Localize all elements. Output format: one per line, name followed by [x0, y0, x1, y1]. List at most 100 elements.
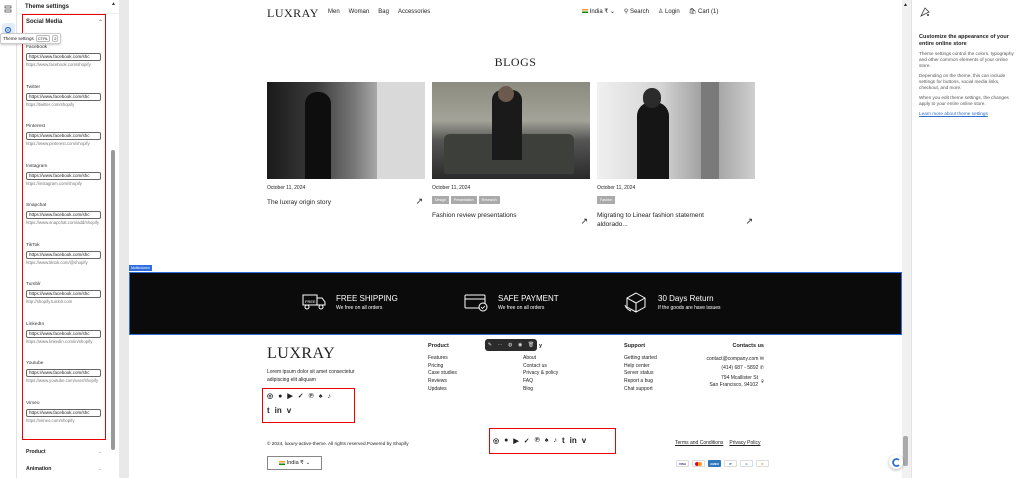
footer-copyright: © 2024, luxury-active-theme. All rights … — [267, 441, 409, 446]
footer-link[interactable]: Pricing — [428, 363, 457, 371]
blog-post-card[interactable]: October 11, 2024 The luxray origin story… — [267, 82, 425, 207]
store-logo[interactable]: LUXRAY — [267, 6, 319, 21]
instagram-url-input[interactable]: https://www.facebook.com/shc — [26, 171, 101, 180]
sections-icon[interactable] — [2, 2, 15, 15]
post-title[interactable]: The luxray origin story — [267, 198, 397, 207]
post-title[interactable]: Fashion review presentations — [432, 211, 562, 220]
india-flag-icon — [278, 461, 285, 465]
tag-research[interactable]: Research — [478, 196, 500, 204]
blog-post-image[interactable] — [267, 82, 425, 179]
tiktok-url-input[interactable]: https://www.facebook.com/shc — [26, 250, 101, 259]
feature-title: 30 Days Return — [658, 293, 714, 303]
assistant-fab[interactable] — [889, 455, 903, 469]
snapchat-icon[interactable]: ♠ — [545, 437, 549, 444]
footer-country-selector[interactable]: India ₹ ⌄ — [267, 456, 322, 470]
footer-link[interactable]: Chat support — [624, 386, 657, 394]
twitter-icon[interactable]: ✓ — [298, 392, 304, 400]
facebook-url-input[interactable]: https://www.facebook.com/shc — [26, 53, 101, 61]
footer-link[interactable]: Help center — [624, 363, 657, 371]
tag-presentation[interactable]: Presentation — [450, 196, 477, 204]
delete-icon[interactable]: 🗑 — [528, 342, 534, 348]
field-label: Vimeo — [26, 400, 40, 406]
facebook-icon[interactable]: ● — [278, 393, 282, 400]
twitter-icon[interactable]: ✓ — [524, 437, 530, 445]
blog-post-card[interactable]: October 11, 2024 Fashion Migrating to Li… — [597, 82, 755, 229]
linkedin-icon[interactable]: in — [570, 436, 577, 445]
pinterest-url-input[interactable]: https://www.facebook.com/shc — [26, 132, 101, 140]
arrow-up-right-icon[interactable]: ↗ — [415, 196, 423, 207]
tumblr-icon[interactable]: t — [267, 406, 270, 415]
instagram-icon[interactable]: ◎ — [267, 392, 273, 400]
nav-link-men[interactable]: Men — [328, 9, 340, 15]
search-link[interactable]: ⚲ Search — [624, 8, 649, 15]
tumblr-url-input[interactable]: https://www.facebook.com/shc — [26, 290, 101, 298]
edit-icon[interactable]: ✎ — [488, 342, 492, 348]
snapchat-icon[interactable]: ♠ — [319, 393, 323, 400]
twitter-url-input[interactable]: https://www.facebook.com/shc — [26, 92, 101, 101]
arrow-up-right-icon[interactable]: ↗ — [745, 216, 753, 227]
pinterest-icon[interactable]: ℗ — [535, 437, 540, 444]
multicolumn-section-badge[interactable]: Multicolumn — [129, 265, 152, 271]
blog-post-image[interactable] — [597, 82, 755, 179]
footer-link[interactable]: Blog — [523, 386, 558, 394]
pinterest-icon[interactable]: ℗ — [309, 393, 314, 400]
footer-link[interactable]: Updates — [428, 386, 457, 394]
tiktok-icon[interactable]: ♪ — [554, 437, 558, 444]
panel-scrollbar[interactable] — [111, 150, 115, 450]
vimeo-icon[interactable]: v — [582, 436, 586, 445]
vimeo-url-input[interactable]: https://www.facebook.com/shc — [26, 408, 101, 417]
footer-link[interactable]: Contact us — [523, 363, 558, 371]
footer-link[interactable]: Privacy & policy — [523, 370, 558, 378]
youtube-icon[interactable]: ▶ — [513, 437, 518, 445]
footer-link[interactable]: Reviews — [428, 378, 457, 386]
footer-link[interactable]: FAQ — [523, 378, 558, 386]
chevron-up-icon[interactable]: ⌃ — [98, 19, 103, 26]
linkedin-icon[interactable]: in — [275, 406, 282, 415]
nav-link-woman[interactable]: Woman — [349, 9, 370, 15]
snapchat-url-input[interactable]: https://www.facebook.com/shc — [26, 211, 101, 219]
tag-fashion[interactable]: Fashion — [597, 196, 616, 204]
instagram-icon[interactable]: ◎ — [493, 437, 499, 445]
scroll-up-arrow-icon[interactable]: ▲ — [111, 1, 116, 7]
contact-email[interactable]: contact@company.com — [706, 356, 758, 362]
paypal-icon: P — [724, 460, 737, 467]
privacy-link[interactable]: Privacy Policy — [729, 440, 760, 446]
hide-icon[interactable]: ◉ — [518, 342, 522, 348]
multicolumn-section[interactable]: FREE FREE SHIPPING We free on all orders… — [129, 272, 902, 335]
post-title[interactable]: Migrating to Linear fashion statement al… — [597, 211, 727, 229]
cart-link[interactable]: 🛍 Cart (1) — [689, 8, 719, 15]
scroll-up-arrow-icon[interactable]: ▲ — [903, 2, 908, 8]
country-selector[interactable]: India ₹ ⌄ — [582, 8, 615, 15]
contact-phone[interactable]: (414) 687 - 5892 — [721, 365, 758, 371]
learn-more-link[interactable]: Learn more about theme settings — [919, 111, 1017, 116]
blog-post-image[interactable] — [432, 82, 590, 179]
footer-link[interactable]: Server status — [624, 370, 657, 378]
linkedin-url-input[interactable]: https://www.facebook.com/shc — [26, 329, 101, 338]
footer-link[interactable]: Case studies — [428, 370, 457, 378]
preview-scrollbar[interactable] — [903, 436, 908, 466]
facebook-icon[interactable]: ● — [504, 437, 508, 444]
tag-design[interactable]: Design — [432, 196, 449, 204]
footer-link[interactable]: Getting started — [624, 355, 657, 363]
youtube-url-input[interactable]: https://www.facebook.com/shc — [26, 369, 101, 377]
login-link[interactable]: ♙ Login — [658, 8, 680, 15]
ai-icon[interactable]: ◍ — [508, 342, 512, 348]
terms-link[interactable]: Terms and Conditions — [675, 440, 723, 446]
vimeo-icon[interactable]: v — [287, 406, 291, 415]
nav-link-bag[interactable]: Bag — [378, 9, 389, 15]
social-media-section-title[interactable]: Social Media — [26, 19, 62, 25]
accordion-product[interactable]: Product ⌄ — [26, 449, 102, 455]
footer-logo[interactable]: LUXRAY — [267, 345, 335, 363]
nav-link-accessories[interactable]: Accessories — [398, 9, 430, 15]
accordion-animation[interactable]: Animation ⌄ — [26, 466, 102, 472]
footer-link[interactable]: Features — [428, 355, 457, 363]
tumblr-icon[interactable]: t — [562, 436, 565, 445]
tiktok-icon[interactable]: ♪ — [328, 393, 332, 400]
footer-link[interactable]: Report a bug — [624, 378, 657, 386]
youtube-icon[interactable]: ▶ — [287, 392, 292, 400]
cart-label: Cart (1) — [698, 9, 719, 15]
arrow-up-right-icon[interactable]: ↗ — [580, 216, 588, 227]
move-icon[interactable]: ⋯ — [498, 342, 503, 348]
blog-post-card[interactable]: October 11, 2024 Design Presentation Res… — [432, 82, 590, 226]
footer-link[interactable]: About — [523, 355, 558, 363]
